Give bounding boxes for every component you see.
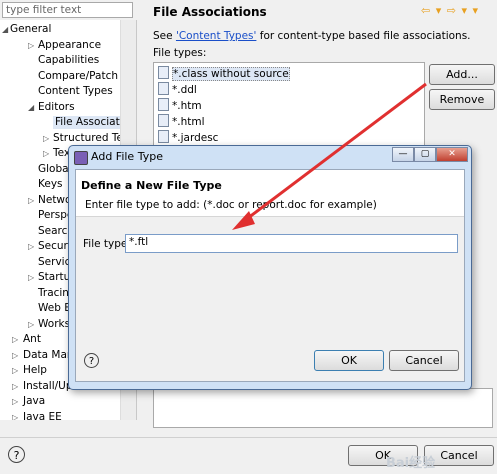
- watermark: Bai经验: [386, 456, 436, 471]
- tree-item[interactable]: Ant: [23, 333, 41, 346]
- tree-item[interactable]: Keys: [38, 178, 63, 191]
- tree-expand-icon[interactable]: ▷: [12, 366, 18, 375]
- close-icon[interactable]: ✕: [436, 147, 468, 162]
- help-icon[interactable]: ?: [8, 446, 25, 463]
- list-item[interactable]: *.htm: [158, 98, 202, 113]
- nav-arrows-icon[interactable]: ⇦ ▾ ⇨ ▾ ▾: [421, 4, 479, 17]
- see-suffix: for content-type based file associations…: [256, 30, 471, 42]
- dialog-title: Add File Type: [91, 150, 163, 163]
- tree-expand-icon[interactable]: ◢: [28, 103, 34, 112]
- tree-item[interactable]: Global: [38, 163, 72, 176]
- tree-item[interactable]: Java: [23, 395, 45, 408]
- tree-expand-icon[interactable]: ▷: [12, 413, 18, 420]
- file-icon: [158, 98, 169, 111]
- maximize-icon[interactable]: ▢: [414, 147, 436, 162]
- content-types-link[interactable]: 'Content Types': [176, 30, 256, 42]
- see-content-types-line: See 'Content Types' for content-type bas…: [153, 30, 471, 42]
- tree-item[interactable]: Appearance: [38, 39, 101, 52]
- file-type-input[interactable]: *.ftl: [125, 234, 458, 253]
- tree-item[interactable]: General: [10, 23, 51, 36]
- file-icon: [158, 130, 169, 143]
- eclipse-icon: [74, 151, 88, 165]
- tree-expand-icon[interactable]: ◢: [2, 25, 8, 34]
- tree-item[interactable]: Java EE: [23, 411, 62, 420]
- tree-expand-icon[interactable]: ▷: [12, 335, 18, 344]
- file-icon: [158, 114, 169, 127]
- tree-expand-icon[interactable]: ▷: [12, 397, 18, 406]
- dialog-ok-button[interactable]: OK: [314, 350, 384, 371]
- tree-expand-icon[interactable]: ▷: [28, 320, 34, 329]
- add-file-type-dialog: Add File Type — ▢ ✕ Define a New File Ty…: [68, 145, 472, 390]
- file-icon: [158, 66, 169, 79]
- tree-expand-icon[interactable]: ▷: [28, 41, 34, 50]
- minimize-icon[interactable]: —: [392, 147, 414, 162]
- dialog-header: Define a New File Type Enter file type t…: [76, 170, 464, 217]
- file-types-list[interactable]: *.class without source *.ddl *.htm *.htm…: [153, 62, 425, 147]
- list-item[interactable]: *.jardesc: [158, 130, 218, 145]
- help-icon[interactable]: ?: [84, 353, 99, 368]
- filter-input[interactable]: type filter text: [2, 2, 133, 18]
- dialog-cancel-button[interactable]: Cancel: [389, 350, 459, 371]
- dialog-body: Define a New File Type Enter file type t…: [75, 169, 465, 382]
- dialog-description: Enter file type to add: (*.doc or report…: [85, 199, 377, 211]
- file-icon: [158, 82, 169, 95]
- page-title: File Associations: [153, 5, 267, 19]
- tree-item[interactable]: Capabilities: [38, 54, 99, 67]
- tree-expand-icon[interactable]: ▷: [28, 273, 34, 282]
- remove-button[interactable]: Remove: [429, 89, 495, 110]
- add-button[interactable]: Add...: [429, 64, 495, 85]
- tree-expand-icon[interactable]: ▷: [28, 196, 34, 205]
- list-item[interactable]: *.ddl: [158, 82, 197, 97]
- associated-editors-list[interactable]: [153, 388, 493, 428]
- file-types-label: File types:: [153, 47, 207, 59]
- tree-item[interactable]: Help: [23, 364, 47, 377]
- file-type-label: File type:: [83, 238, 131, 250]
- tree-expand-icon[interactable]: ▷: [43, 134, 49, 143]
- list-item[interactable]: *.class without source: [158, 66, 290, 81]
- dialog-heading: Define a New File Type: [81, 179, 222, 192]
- tree-item[interactable]: Compare/Patch: [38, 70, 118, 83]
- tree-expand-icon[interactable]: ▷: [43, 149, 49, 158]
- list-item[interactable]: *.html: [158, 114, 205, 129]
- tree-expand-icon[interactable]: ▷: [12, 351, 18, 360]
- tree-expand-icon[interactable]: ▷: [28, 242, 34, 251]
- tree-item[interactable]: Content Types: [38, 85, 113, 98]
- tree-expand-icon[interactable]: ▷: [12, 382, 18, 391]
- see-prefix: See: [153, 30, 176, 42]
- tree-item[interactable]: Editors: [38, 101, 75, 114]
